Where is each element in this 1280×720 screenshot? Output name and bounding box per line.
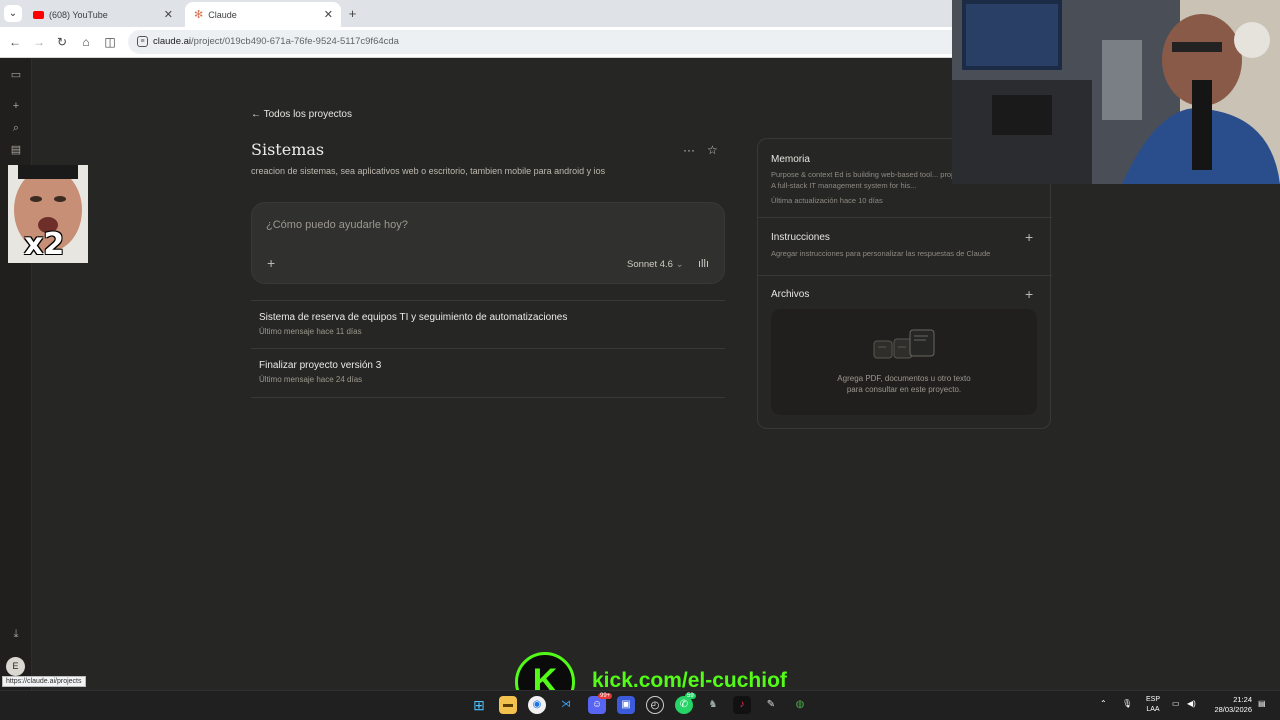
- conversation-title: Sistema de reserva de equipos TI y segui…: [259, 312, 568, 323]
- tab-youtube[interactable]: (608) YouTube ✕: [24, 2, 181, 27]
- list-divider: [251, 397, 725, 398]
- tiktok-icon[interactable]: ♪: [733, 696, 751, 714]
- files-empty-line2: para consultar en este proyecto.: [846, 385, 962, 394]
- instructions-title: Instrucciones: [771, 232, 830, 243]
- home-icon[interactable]: ⌂: [79, 35, 93, 49]
- discord-badge: 99+: [598, 693, 613, 699]
- status-bar-url: https://claude.ai/projects: [2, 676, 86, 687]
- new-chat-icon[interactable]: +: [9, 99, 23, 113]
- whatsapp-badge: 59: [685, 693, 696, 699]
- sidebar-toggle-icon[interactable]: ▭: [9, 68, 23, 82]
- site-info-icon[interactable]: ≡: [137, 36, 148, 47]
- conversation-subtitle: Último mensaje hace 24 días: [259, 375, 363, 384]
- close-tab-icon[interactable]: ✕: [324, 8, 333, 21]
- new-tab-button[interactable]: +: [345, 6, 360, 21]
- language-indicator[interactable]: ESP LAA: [1143, 695, 1163, 715]
- chevron-down-icon: ⌄: [675, 259, 684, 270]
- divider: [758, 217, 1052, 218]
- files-title: Archivos: [771, 289, 810, 300]
- add-instructions-icon[interactable]: +: [1025, 229, 1033, 245]
- documents-icon: [873, 329, 935, 359]
- tab-title: (608) YouTube: [49, 9, 108, 20]
- tab-search-dropdown[interactable]: ⌄: [4, 5, 22, 22]
- star-icon[interactable]: ☆: [707, 143, 718, 157]
- claude-favicon-icon: ✻: [194, 9, 204, 21]
- address-bar[interactable]: ≡ claude.ai/project/019cb490-671a-76fe-9…: [128, 30, 968, 54]
- taskbar-clock[interactable]: 21:24 28/03/2026: [1206, 695, 1252, 715]
- reload-icon[interactable]: ↻: [55, 35, 69, 49]
- conversation-subtitle: Último mensaje hace 11 días: [259, 327, 362, 336]
- windows-taskbar: ⊞ ▬ ◉ ⋊ ☺ 99+ ▣ ◴ ✆ 59 ♞ ♪ ✎ ◍ ⌃ 🎙 ESP LA…: [0, 690, 1280, 720]
- all-projects-label: Todos los proyectos: [263, 109, 352, 120]
- file-drop-zone[interactable]: Agrega PDF, documentos u otro texto para…: [771, 309, 1037, 415]
- pin-app-icon[interactable]: ♞: [704, 696, 722, 714]
- speed-badge: x2: [24, 227, 65, 262]
- close-tab-icon[interactable]: ✕: [164, 8, 173, 21]
- globe-app-icon[interactable]: ◍: [791, 696, 809, 714]
- chat-composer[interactable]: ¿Cómo puedo ayudarle hoy? + Sonnet 4.6 ⌄…: [251, 202, 725, 284]
- memory-title[interactable]: Memoria: [771, 154, 810, 165]
- webcam-overlay: [952, 0, 1280, 184]
- files-empty-line1: Agrega PDF, documentos u otro texto: [837, 374, 971, 383]
- tab-title: Claude: [208, 9, 237, 20]
- add-file-icon[interactable]: +: [1025, 286, 1033, 302]
- more-options-icon[interactable]: ···: [683, 143, 695, 157]
- streamer-webcam-image: [952, 0, 1280, 184]
- back-arrow-icon: ←: [251, 109, 261, 120]
- chrome-icon[interactable]: ◉: [528, 696, 546, 714]
- voice-mode-icon[interactable]: ıllı: [698, 258, 709, 270]
- microphone-icon[interactable]: 🎙: [1122, 699, 1132, 708]
- forward-arrow-icon[interactable]: →: [32, 35, 46, 49]
- reaction-face-overlay: x2: [8, 165, 88, 263]
- composer-input[interactable]: ¿Cómo puedo ayudarle hoy?: [266, 219, 408, 231]
- file-explorer-icon[interactable]: ▬: [499, 696, 517, 714]
- all-projects-link[interactable]: ← Todos los proyectos: [251, 109, 352, 120]
- vscode-icon[interactable]: ⋊: [557, 696, 575, 714]
- youtube-favicon-icon: [33, 10, 44, 19]
- avatar[interactable]: E: [6, 657, 25, 676]
- pen-app-icon[interactable]: ✎: [762, 696, 780, 714]
- split-view-icon[interactable]: ◫: [103, 35, 117, 49]
- page-title: Sistemas: [251, 140, 325, 159]
- conversation-title: Finalizar proyecto versión 3: [259, 360, 382, 371]
- clock-app-icon[interactable]: ◴: [646, 696, 664, 714]
- download-icon[interactable]: ⤓: [9, 627, 23, 641]
- app-icon[interactable]: ▣: [617, 696, 635, 714]
- projects-icon[interactable]: ▤: [9, 143, 23, 157]
- conversation-item[interactable]: Finalizar proyecto versión 3 Último mens…: [251, 348, 725, 396]
- instructions-hint[interactable]: Agregar instrucciones para personalizar …: [771, 248, 1031, 259]
- tab-claude[interactable]: ✻ Claude ✕: [185, 2, 341, 27]
- divider: [758, 275, 1052, 276]
- conversation-item[interactable]: Sistema de reserva de equipos TI y segui…: [251, 300, 725, 348]
- windows-start-icon[interactable]: ⊞: [470, 696, 488, 714]
- notification-icon[interactable]: ▤: [1258, 699, 1266, 708]
- tray-chevron-up-icon[interactable]: ⌃: [1100, 699, 1107, 708]
- network-icon[interactable]: ▭: [1172, 699, 1180, 708]
- project-description: creacion de sistemas, sea aplicativos we…: [251, 166, 606, 176]
- memory-updated: Última actualización hace 10 días: [771, 196, 883, 205]
- app-sidebar: ▭ + ⌕ ▤ ⤓ E: [0, 58, 32, 690]
- url-text[interactable]: claude.ai/project/019cb490-671a-76fe-952…: [153, 36, 399, 47]
- back-arrow-icon[interactable]: ←: [8, 35, 22, 49]
- volume-icon[interactable]: ◀): [1187, 699, 1196, 708]
- add-attachment-icon[interactable]: +: [267, 255, 275, 271]
- model-selector[interactable]: Sonnet 4.6 ⌄: [627, 259, 684, 270]
- search-icon[interactable]: ⌕: [9, 121, 23, 135]
